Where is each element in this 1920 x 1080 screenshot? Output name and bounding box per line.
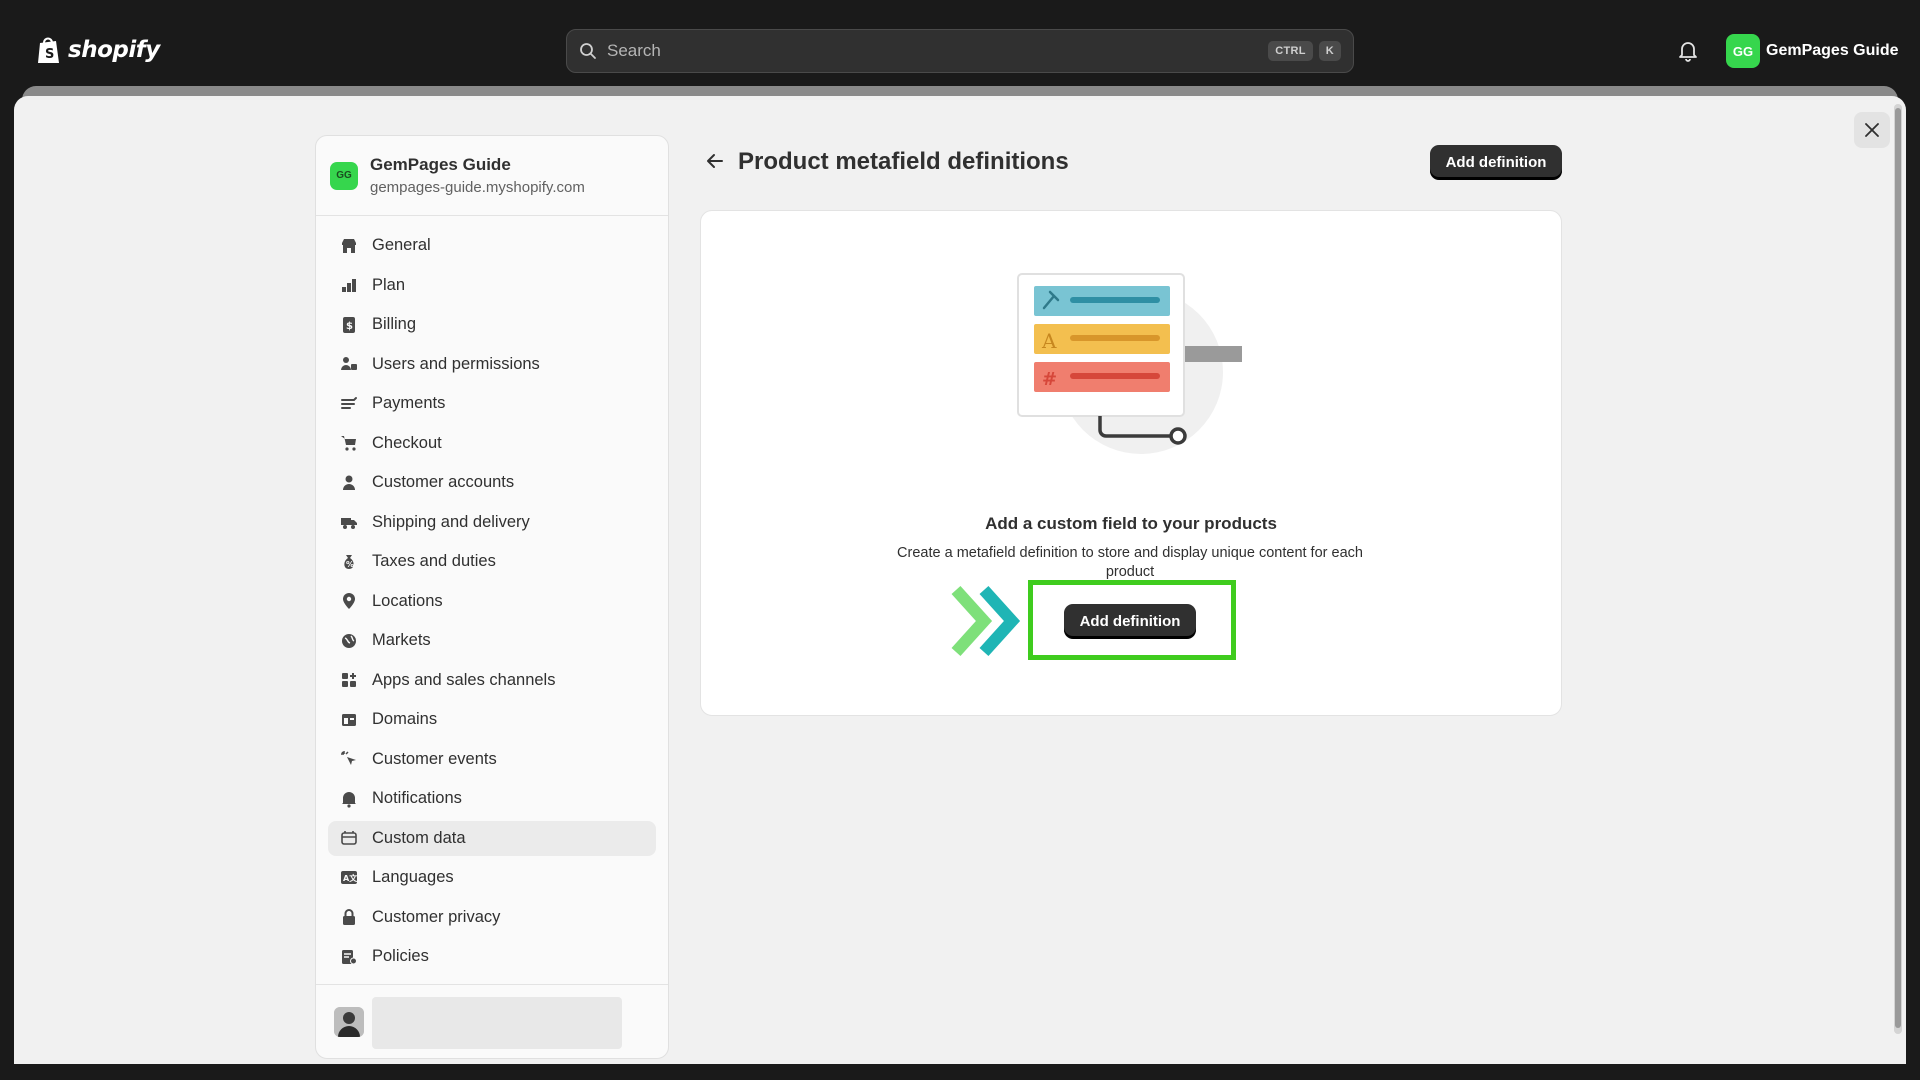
empty-state-description: Create a metafield definition to store a…	[897, 545, 1363, 580]
search-placeholder: Search	[607, 41, 661, 60]
sidebar-item-label: Taxes and duties	[372, 552, 496, 570]
store-domain: gempages-guide.myshopify.com	[370, 179, 585, 196]
sidebar-item-label: Billing	[372, 315, 417, 333]
sidebar-item-payments[interactable]: Payments	[328, 386, 656, 421]
metafield-illustration: A #	[1016, 272, 1246, 477]
sidebar-item-customer-events[interactable]: Customer events	[328, 742, 656, 777]
sidebar-item-custom-data[interactable]: Custom data	[328, 820, 656, 856]
user-info-placeholder	[372, 997, 622, 1049]
top-bar: S shopify Search CTRL K GG GemPages Guid…	[0, 0, 1920, 100]
domain-icon	[338, 709, 360, 731]
sidebar-item-label: Shipping and delivery	[372, 512, 530, 531]
sidebar-item-label: Customer events	[372, 749, 497, 768]
sidebar-item-label: Locations	[372, 591, 443, 610]
sidebar-item-locations[interactable]: Locations	[328, 584, 656, 619]
sidebar-item-label: Custom data	[372, 828, 466, 847]
globe-icon	[338, 630, 360, 652]
svg-text:A: A	[1041, 329, 1057, 353]
settings-nav: General Plan $ Billing Users and permiss…	[316, 216, 668, 974]
back-button[interactable]	[704, 150, 726, 177]
empty-state-heading: Add a custom field to your products	[985, 514, 1277, 533]
tax-icon: %	[338, 551, 360, 573]
close-button[interactable]	[1854, 112, 1890, 148]
user-avatar[interactable]	[334, 1007, 364, 1037]
users-icon	[338, 353, 360, 375]
account-menu[interactable]: GG GemPages Guide	[1726, 34, 1899, 68]
settings-sidebar: GG GemPages Guide gempages-guide.myshopi…	[315, 135, 669, 1059]
close-icon	[1865, 123, 1879, 137]
lock-icon	[338, 906, 360, 928]
language-icon: A文	[338, 867, 360, 889]
sidebar-item-notifications[interactable]: Notifications	[328, 781, 656, 816]
sidebar-item-checkout[interactable]: Checkout	[328, 426, 656, 461]
shortcut-key-ctrl: CTRL	[1268, 41, 1313, 61]
sidebar-item-billing[interactable]: $ Billing	[328, 307, 656, 342]
truck-icon	[338, 511, 360, 533]
search-icon	[580, 43, 596, 59]
cart-icon	[338, 432, 360, 454]
sidebar-item-apps-and-sales-channels[interactable]: Apps and sales channels	[328, 663, 656, 698]
search-bar[interactable]: Search CTRL K	[566, 29, 1354, 73]
sidebar-item-label: Payments	[372, 394, 446, 412]
notifications-button[interactable]	[1678, 40, 1698, 67]
store-header[interactable]: GG GemPages Guide gempages-guide.myshopi…	[316, 136, 668, 216]
shopify-bag-icon: S	[38, 37, 59, 63]
shopify-wordmark: shopify	[68, 37, 160, 63]
svg-text:#: #	[1042, 369, 1057, 390]
location-pin-icon	[338, 590, 360, 612]
sidebar-item-label: Markets	[372, 631, 431, 649]
sidebar-item-markets[interactable]: Markets	[328, 623, 656, 658]
sidebar-item-label: Checkout	[372, 433, 442, 452]
sidebar-item-label: Plan	[372, 275, 406, 294]
sidebar-item-label: Users and permissions	[372, 354, 540, 373]
scrollbar-thumb[interactable]	[1895, 108, 1901, 1028]
sidebar-item-label: Domains	[372, 710, 438, 728]
shortcut-key-k: K	[1318, 41, 1341, 61]
apps-icon	[338, 669, 360, 691]
sidebar-item-label: Customer accounts	[372, 473, 515, 491]
sidebar-item-policies[interactable]: Policies	[328, 939, 656, 974]
policy-icon	[338, 946, 360, 968]
cursor-click-icon	[338, 748, 360, 770]
svg-text:S: S	[45, 47, 54, 62]
add-definition-button[interactable]: Add definition	[1430, 145, 1562, 179]
pointer-arrows-icon	[950, 584, 1024, 663]
shopify-logo[interactable]: S shopify	[36, 32, 160, 68]
sidebar-item-label: Notifications	[372, 789, 462, 807]
sidebar-item-taxes-and-duties[interactable]: % Taxes and duties	[328, 544, 656, 579]
sidebar-footer	[316, 984, 668, 1058]
custom-data-icon	[338, 827, 360, 849]
sidebar-item-users-and-permissions[interactable]: Users and permissions	[328, 347, 656, 382]
bell-icon	[338, 788, 360, 810]
person-icon	[338, 472, 360, 494]
arrow-left-icon	[707, 154, 723, 168]
empty-state-add-definition-button[interactable]: Add definition	[1064, 604, 1196, 638]
store-avatar: GG	[330, 161, 358, 190]
sidebar-item-shipping-and-delivery[interactable]: Shipping and delivery	[328, 505, 656, 540]
bottom-strip	[0, 1064, 1920, 1080]
sidebar-item-label: General	[372, 236, 431, 254]
store-name: GemPages Guide	[370, 155, 511, 174]
sidebar-item-label: Languages	[372, 868, 454, 886]
sidebar-item-plan[interactable]: Plan	[328, 268, 656, 303]
svg-text:A文: A文	[343, 873, 358, 883]
page-title: Product metafield definitions	[738, 148, 1069, 175]
bell-icon	[1679, 42, 1697, 62]
payments-icon	[338, 393, 360, 415]
svg-text:$: $	[346, 321, 353, 332]
svg-text:%: %	[346, 560, 354, 569]
sidebar-item-customer-accounts[interactable]: Customer accounts	[328, 465, 656, 500]
billing-icon: $	[338, 314, 360, 336]
sidebar-item-label: Apps and sales channels	[372, 670, 556, 689]
store-icon	[338, 235, 360, 257]
sidebar-item-customer-privacy[interactable]: Customer privacy	[328, 900, 656, 935]
plan-icon	[338, 274, 360, 296]
account-avatar: GG	[1726, 34, 1760, 68]
sidebar-item-general[interactable]: General	[328, 228, 656, 263]
account-name: GemPages Guide	[1766, 42, 1899, 59]
sidebar-item-label: Policies	[372, 947, 429, 965]
sidebar-item-label: Customer privacy	[372, 907, 501, 926]
sidebar-item-domains[interactable]: Domains	[328, 702, 656, 737]
sidebar-item-languages[interactable]: A文 Languages	[328, 860, 656, 895]
